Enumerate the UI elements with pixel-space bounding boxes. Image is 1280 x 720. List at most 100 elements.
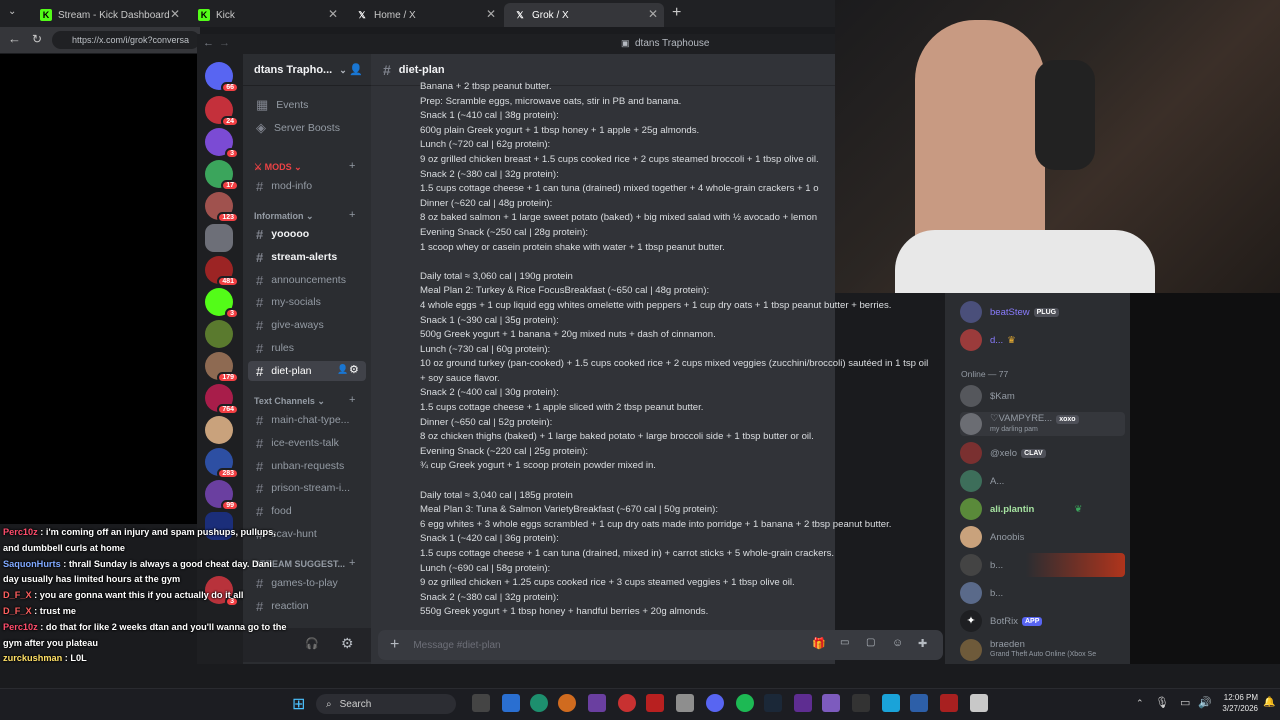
dm-home-icon[interactable]: 66: [205, 62, 239, 93]
tab-home-x[interactable]: 𝕏 Home / X ✕: [346, 3, 502, 27]
channel-my-socials[interactable]: # my-socials: [248, 292, 366, 312]
headphones-icon[interactable]: 🎧: [305, 637, 319, 650]
channel-stream-alerts[interactable]: # stream-alerts: [248, 247, 366, 267]
channel-announcements[interactable]: # announcements: [248, 270, 366, 290]
channel-mod-info[interactable]: # mod-info: [248, 176, 366, 196]
edge-icon[interactable]: [530, 694, 548, 712]
forward-arrow-icon[interactable]: →: [219, 37, 230, 49]
add-channel-icon[interactable]: +: [349, 557, 355, 569]
channel-diet-plan[interactable]: # diet-plan 👤 ⚙: [248, 361, 366, 381]
member-item[interactable]: b...: [960, 581, 1125, 605]
app-icon[interactable]: [970, 694, 988, 712]
channel-ice-events-talk[interactable]: # ice-events-talk: [248, 433, 366, 453]
server-icon[interactable]: [205, 416, 233, 444]
tab-kick-dashboard[interactable]: K Stream - Kick Dashboard ✕: [30, 3, 186, 27]
user-settings-gear-icon[interactable]: ⚙: [341, 635, 354, 652]
category-information[interactable]: Information ⌄: [254, 211, 314, 222]
member-item[interactable]: d... ♛: [960, 328, 1125, 352]
channel-rules[interactable]: # rules: [248, 338, 366, 358]
server-icon[interactable]: 99: [205, 480, 239, 511]
emoji-icon[interactable]: ☺: [892, 637, 903, 649]
microphone-icon[interactable]: 🎙: [1155, 696, 1169, 709]
message-composer[interactable]: + Message #diet-plan 🎁 ▭ ▢ ☺ ✚: [378, 630, 943, 660]
channel-unban-requests[interactable]: # unban-requests: [248, 456, 366, 476]
add-channel-icon[interactable]: +: [349, 394, 355, 406]
app-icon[interactable]: [940, 694, 958, 712]
member-item[interactable]: ali.plantin ❦: [960, 497, 1125, 521]
clock[interactable]: 12:06 PM 3/27/2026: [1218, 692, 1258, 714]
taskbar-search[interactable]: ⌕ Search: [316, 694, 456, 714]
channel-food[interactable]: # food: [248, 501, 366, 521]
tray-chevron-icon[interactable]: ⌃: [1136, 698, 1144, 709]
channel-prison-stream[interactable]: # prison-stream-i...: [248, 478, 366, 498]
server-icon-selected[interactable]: [205, 224, 233, 252]
app-icon[interactable]: [822, 694, 840, 712]
member-item[interactable]: braeden Grand Theft Auto Online (Xbox Se: [960, 638, 1125, 662]
task-view-icon[interactable]: [472, 694, 490, 712]
back-icon[interactable]: ←: [8, 31, 21, 46]
firefox-icon[interactable]: [558, 694, 576, 712]
invite-icon[interactable]: 👤: [337, 364, 348, 375]
tab-grok-x[interactable]: 𝕏 Grok / X ✕: [504, 3, 664, 27]
member-item[interactable]: Anoobis: [960, 525, 1125, 549]
add-attachment-icon[interactable]: +: [390, 636, 399, 654]
member-item[interactable]: @xelo CLAV: [960, 441, 1125, 465]
server-icon[interactable]: 283: [205, 448, 239, 479]
member-item[interactable]: beatStew PLUG: [960, 300, 1125, 324]
events-link[interactable]: ▦ Events: [248, 95, 366, 115]
close-icon[interactable]: ✕: [486, 7, 496, 21]
server-name-header[interactable]: dtans Trapho... ⌄ 👤: [243, 54, 371, 86]
app-icon[interactable]: [502, 694, 520, 712]
app-icon[interactable]: [882, 694, 900, 712]
invite-people-icon[interactable]: 👤: [349, 63, 363, 76]
server-icon[interactable]: [205, 320, 233, 348]
close-icon[interactable]: ✕: [170, 7, 180, 21]
server-icon[interactable]: 764: [205, 384, 239, 415]
app-icon[interactable]: [910, 694, 928, 712]
windows-start-icon[interactable]: ⊞: [292, 694, 305, 714]
tab-kick[interactable]: K Kick ✕: [188, 3, 344, 27]
spotify-icon[interactable]: [736, 694, 754, 712]
notification-icon[interactable]: 🔔: [1263, 697, 1275, 708]
sticker-icon[interactable]: ▢: [866, 637, 875, 648]
discord-taskbar-icon[interactable]: [706, 694, 724, 712]
obs-icon[interactable]: [852, 694, 870, 712]
member-item[interactable]: $Kam: [960, 384, 1125, 408]
app-icon[interactable]: [794, 694, 812, 712]
category-mods[interactable]: ⚔ MODS ⌄: [254, 162, 302, 173]
add-channel-icon[interactable]: +: [349, 160, 355, 172]
tab-search-icon[interactable]: ⌄: [8, 6, 16, 17]
scrollbar-thumb[interactable]: [938, 300, 942, 360]
gear-icon[interactable]: ⚙: [349, 363, 359, 376]
server-boosts-link[interactable]: ◈ Server Boosts: [248, 118, 366, 138]
category-text-channels[interactable]: Text Channels ⌄: [254, 396, 325, 407]
channel-give-aways[interactable]: # give-aways: [248, 315, 366, 335]
server-icon[interactable]: 17: [205, 160, 239, 191]
new-tab-button[interactable]: +: [672, 4, 681, 22]
reload-icon[interactable]: ↻: [32, 32, 42, 46]
server-icon[interactable]: 123: [205, 192, 239, 223]
gift-icon[interactable]: 🎁: [812, 637, 826, 650]
server-icon[interactable]: 24: [205, 96, 239, 127]
add-channel-icon[interactable]: +: [349, 209, 355, 221]
server-icon[interactable]: 179: [205, 352, 239, 383]
app-icon[interactable]: [646, 694, 664, 712]
gif-icon[interactable]: ▭: [840, 637, 849, 648]
member-item[interactable]: A...: [960, 469, 1125, 493]
server-icon[interactable]: 3: [205, 288, 239, 319]
steam-icon[interactable]: [764, 694, 782, 712]
volume-icon[interactable]: 🔊: [1198, 696, 1212, 709]
channel-yooooo[interactable]: # yooooo: [248, 224, 366, 244]
url-field[interactable]: https://x.com/i/grok?conversa: [52, 31, 200, 49]
apps-icon[interactable]: ✚: [918, 637, 927, 650]
back-arrow-icon[interactable]: ←: [203, 37, 214, 49]
close-icon[interactable]: ✕: [648, 7, 658, 21]
app-icon[interactable]: [588, 694, 606, 712]
channel-main-chat[interactable]: # main-chat-type...: [248, 410, 366, 430]
server-icon[interactable]: 3: [205, 128, 239, 159]
member-item[interactable]: b...: [960, 553, 1125, 577]
close-icon[interactable]: ✕: [328, 7, 338, 21]
app-icon[interactable]: [676, 694, 694, 712]
chrome-icon[interactable]: [618, 694, 636, 712]
server-icon[interactable]: 481: [205, 256, 239, 287]
